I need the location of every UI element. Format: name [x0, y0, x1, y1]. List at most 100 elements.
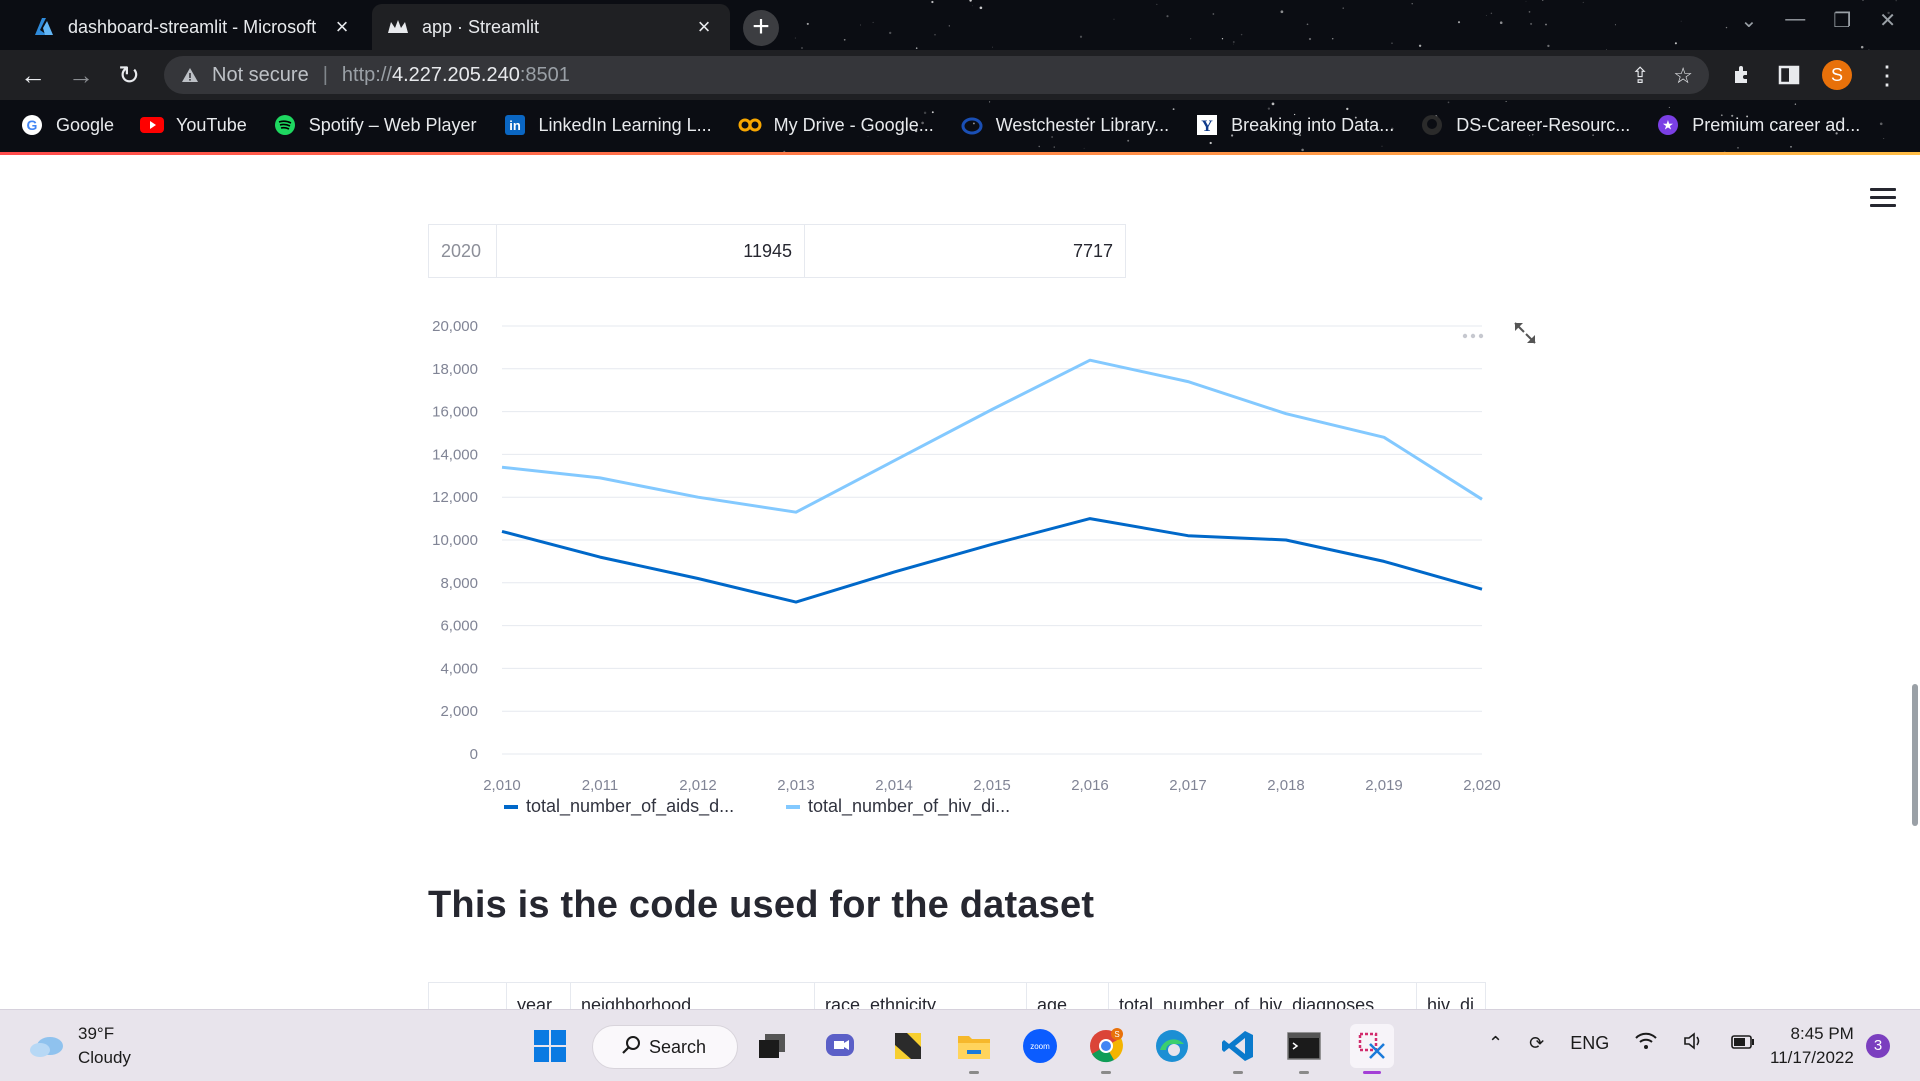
edge-icon[interactable]	[1150, 1024, 1194, 1068]
running-indicator	[1101, 1071, 1111, 1074]
svg-text:G: G	[27, 117, 38, 133]
y-tick-label: 18,000	[432, 361, 478, 378]
y-tick-label: 12,000	[432, 489, 478, 506]
bookmark-label: DS-Career-Resourc...	[1456, 114, 1631, 135]
column-header[interactable]	[429, 983, 507, 1009]
table-cell[interactable]: 7717	[804, 224, 1126, 278]
weather-temperature: 39°F	[78, 1024, 115, 1043]
browser-window-frame: dashboard-streamlit - Microsoft × app · …	[0, 0, 1920, 155]
bookmark-label: My Drive - Google...	[773, 114, 934, 135]
security-label[interactable]: Not secure	[212, 64, 309, 87]
svg-text:in: in	[509, 118, 521, 133]
sticky-notes-icon[interactable]	[886, 1024, 930, 1068]
zoom-icon[interactable]: zoom	[1018, 1024, 1062, 1068]
row-index[interactable]: 2020	[428, 224, 497, 278]
chart-options-dot	[1470, 333, 1476, 339]
bookmark-westchester-library[interactable]: Westchester Library...	[960, 113, 1169, 137]
x-tick-label: 2,020	[1463, 777, 1501, 794]
column-header[interactable]: race_ethnicity	[815, 983, 1027, 1009]
tab-app-streamlit[interactable]: app · Streamlit ×	[372, 4, 730, 50]
teams-chat-icon[interactable]	[818, 1024, 862, 1068]
kebab-menu-icon[interactable]: ⋮	[1870, 58, 1904, 92]
sync-icon[interactable]: ⟳	[1529, 1033, 1544, 1054]
taskbar-clock[interactable]: 8:45 PM 11/17/2022	[1770, 1022, 1854, 1070]
column-header[interactable]: hiv_di	[1417, 983, 1485, 1009]
x-tick-label: 2,013	[777, 777, 815, 794]
close-tab-icon[interactable]: ×	[692, 14, 716, 39]
chrome-icon[interactable]: S	[1084, 1024, 1128, 1074]
forward-arrow-icon[interactable]: →	[64, 58, 98, 92]
library-icon	[960, 113, 984, 137]
new-tab-button[interactable]: +	[743, 10, 779, 46]
x-tick-label: 2,018	[1267, 777, 1305, 794]
warning-triangle-icon[interactable]	[180, 65, 200, 85]
bookmark-ds-career-resources[interactable]: DS-Career-Resourc...	[1420, 113, 1630, 137]
column-header[interactable]: total_number_of_hiv_diagnoses	[1109, 983, 1417, 1009]
bookmark-label: Breaking into Data...	[1231, 114, 1395, 135]
chevron-up-icon[interactable]: ⌃	[1488, 1033, 1503, 1054]
restore-icon[interactable]: ❐	[1833, 8, 1851, 33]
bookmark-premium-career[interactable]: ★ Premium career ad...	[1656, 113, 1860, 137]
x-tick-label: 2,010	[483, 777, 521, 794]
bookmark-star-icon[interactable]: ☆	[1673, 63, 1693, 89]
minimize-icon[interactable]: —	[1785, 8, 1805, 33]
page-scrollbar[interactable]	[1912, 684, 1918, 826]
close-tab-icon[interactable]: ×	[330, 14, 354, 39]
url-port: :8501	[519, 63, 570, 86]
table-row: 2020 11945 7717	[428, 224, 1126, 278]
code-dataframe-header[interactable]: year neighborhood race_ethnicity age tot…	[428, 982, 1486, 1009]
bookmark-youtube[interactable]: YouTube	[140, 113, 247, 137]
language-indicator[interactable]: ENG	[1570, 1033, 1609, 1054]
terminal-icon[interactable]	[1282, 1024, 1326, 1074]
x-tick-label: 2,015	[973, 777, 1011, 794]
svg-text:Y: Y	[1201, 118, 1213, 135]
series-line-2	[501, 358, 1483, 514]
extensions-puzzle-icon[interactable]	[1726, 58, 1760, 92]
x-tick-label: 2,014	[875, 777, 913, 794]
series-line-1	[501, 517, 1483, 604]
hamburger-menu-icon[interactable]	[1870, 188, 1896, 210]
back-arrow-icon[interactable]: ←	[16, 58, 50, 92]
column-header[interactable]: neighborhood	[571, 983, 815, 1009]
bookmark-label: Google	[56, 114, 115, 135]
volume-icon[interactable]	[1683, 1032, 1705, 1055]
tab-title: app · Streamlit	[422, 16, 540, 37]
bookmark-google[interactable]: G Google	[20, 113, 114, 137]
y-tick-label: 10,000	[432, 532, 478, 549]
side-panel-icon[interactable]	[1772, 58, 1806, 92]
youtube-icon	[140, 113, 165, 137]
address-bar[interactable]: Not secure | http://4.227.205.240:8501 ⇪…	[164, 56, 1709, 94]
search-tabs-icon[interactable]: ⌄	[1741, 8, 1758, 33]
file-explorer-icon[interactable]	[952, 1024, 996, 1074]
running-indicator	[969, 1071, 979, 1074]
browser-toolbar: ← → ↻ Not secure | http://4.227.205.240:…	[0, 50, 1920, 100]
column-header[interactable]: year	[507, 983, 571, 1009]
legend-label: total_number_of_hiv_di...	[808, 796, 1010, 817]
bookmark-breaking-into-data[interactable]: Y Breaking into Data...	[1195, 113, 1394, 137]
bookmark-linkedin-learning[interactable]: in LinkedIn Learning L...	[503, 113, 712, 137]
table-cell[interactable]: 11945	[496, 224, 805, 278]
column-header[interactable]: age	[1027, 983, 1109, 1009]
bookmark-my-drive[interactable]: My Drive - Google...	[738, 113, 934, 137]
windows-start-icon[interactable]	[534, 1030, 566, 1062]
weather-widget[interactable]: 39°F Cloudy	[28, 1022, 131, 1070]
profile-avatar[interactable]: S	[1822, 60, 1852, 90]
x-tick-label: 2,016	[1071, 777, 1109, 794]
tab-dashboard-streamlit[interactable]: dashboard-streamlit - Microsoft ×	[18, 4, 368, 50]
wifi-icon[interactable]	[1635, 1032, 1657, 1055]
taskbar-search[interactable]: Search	[592, 1025, 738, 1069]
reload-icon[interactable]: ↻	[112, 58, 146, 92]
system-tray: ⌃ ⟳ ENG	[1488, 1032, 1755, 1055]
line-chart[interactable]: 0 2,000 4,000 6,000 8,000 10,000 12,000 14,000 1…	[428, 306, 1508, 826]
share-icon[interactable]: ⇪	[1631, 63, 1649, 89]
snipping-tool-icon[interactable]	[1350, 1024, 1394, 1074]
battery-icon[interactable]	[1731, 1033, 1755, 1054]
fullscreen-expand-icon[interactable]	[1512, 320, 1538, 346]
bookmark-label: YouTube	[176, 114, 247, 135]
vscode-icon[interactable]	[1216, 1024, 1260, 1074]
close-window-icon[interactable]: ✕	[1879, 8, 1896, 33]
bookmark-spotify[interactable]: Spotify – Web Player	[273, 113, 477, 137]
task-view-icon[interactable]	[750, 1024, 794, 1068]
dataframe-table[interactable]: 2020 11945 7717	[428, 224, 1126, 278]
notification-count-badge[interactable]: 3	[1866, 1034, 1890, 1058]
